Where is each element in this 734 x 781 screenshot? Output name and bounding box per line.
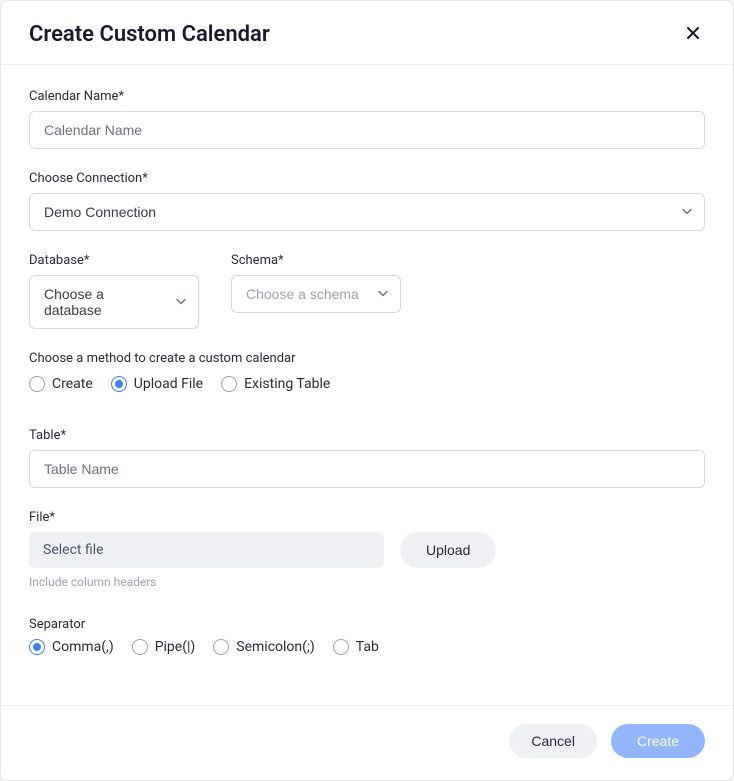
database-select[interactable]: Choose a database bbox=[29, 275, 199, 329]
file-helper-text: Include column headers bbox=[29, 575, 705, 589]
modal-title: Create Custom Calendar bbox=[29, 22, 270, 47]
cancel-button[interactable]: Cancel bbox=[509, 724, 597, 758]
modal-header: Create Custom Calendar bbox=[1, 1, 733, 65]
separator-radio-semicolon[interactable]: Semicolon(;) bbox=[213, 639, 314, 655]
separator-label: Separator bbox=[29, 617, 705, 632]
separator-field: Separator Comma(,) Pipe(|) Semicolon(;) … bbox=[29, 617, 705, 655]
separator-radio-label: Tab bbox=[356, 639, 379, 655]
radio-icon-selected bbox=[29, 639, 45, 655]
table-input[interactable] bbox=[29, 450, 705, 488]
method-radio-create[interactable]: Create bbox=[29, 376, 93, 392]
method-radio-upload[interactable]: Upload File bbox=[111, 376, 203, 392]
method-field: Choose a method to create a custom calen… bbox=[29, 351, 705, 392]
connection-field: Choose Connection* Demo Connection bbox=[29, 171, 705, 231]
separator-radio-label: Semicolon(;) bbox=[236, 639, 314, 655]
table-field: Table* bbox=[29, 428, 705, 488]
close-button[interactable] bbox=[681, 21, 705, 48]
schema-label: Schema* bbox=[231, 253, 401, 268]
radio-icon-selected bbox=[111, 376, 127, 392]
method-radio-label: Existing Table bbox=[244, 376, 330, 392]
db-schema-row: Database* Choose a database Schema* bbox=[29, 253, 705, 329]
file-select[interactable]: Select file bbox=[29, 532, 384, 568]
connection-value: Demo Connection bbox=[44, 204, 156, 220]
separator-radio-label: Comma(,) bbox=[52, 639, 114, 655]
calendar-name-input[interactable] bbox=[29, 111, 705, 149]
calendar-name-label: Calendar Name* bbox=[29, 89, 705, 104]
radio-icon bbox=[132, 639, 148, 655]
method-radio-label: Upload File bbox=[134, 376, 203, 392]
connection-label: Choose Connection* bbox=[29, 171, 705, 186]
separator-radio-group: Comma(,) Pipe(|) Semicolon(;) Tab bbox=[29, 639, 705, 655]
file-placeholder: Select file bbox=[43, 542, 104, 558]
upload-button[interactable]: Upload bbox=[400, 532, 496, 568]
create-button-label: Create bbox=[637, 733, 679, 749]
connection-select[interactable]: Demo Connection bbox=[29, 193, 705, 231]
upload-button-label: Upload bbox=[426, 542, 470, 558]
schema-select[interactable]: Choose a schema bbox=[231, 275, 401, 313]
method-radio-existing[interactable]: Existing Table bbox=[221, 376, 330, 392]
separator-radio-label: Pipe(|) bbox=[155, 639, 196, 655]
close-icon bbox=[685, 25, 701, 44]
database-label: Database* bbox=[29, 253, 199, 268]
modal-footer: Cancel Create bbox=[1, 705, 733, 780]
radio-icon bbox=[213, 639, 229, 655]
separator-radio-comma[interactable]: Comma(,) bbox=[29, 639, 114, 655]
separator-radio-tab[interactable]: Tab bbox=[333, 639, 379, 655]
schema-placeholder: Choose a schema bbox=[246, 286, 359, 302]
create-calendar-modal: Create Custom Calendar Calendar Name* Ch… bbox=[0, 0, 734, 781]
file-field: File* Select file Upload Include column … bbox=[29, 510, 705, 589]
modal-body: Calendar Name* Choose Connection* Demo C… bbox=[1, 65, 733, 705]
calendar-name-field: Calendar Name* bbox=[29, 89, 705, 149]
database-value: Choose a database bbox=[44, 286, 104, 318]
method-radio-group: Create Upload File Existing Table bbox=[29, 376, 705, 392]
method-label: Choose a method to create a custom calen… bbox=[29, 351, 705, 366]
table-label: Table* bbox=[29, 428, 705, 443]
method-radio-label: Create bbox=[52, 376, 93, 392]
create-button[interactable]: Create bbox=[611, 724, 705, 758]
cancel-button-label: Cancel bbox=[531, 733, 575, 749]
radio-icon bbox=[333, 639, 349, 655]
radio-icon bbox=[29, 376, 45, 392]
radio-icon bbox=[221, 376, 237, 392]
file-label: File* bbox=[29, 510, 705, 525]
separator-radio-pipe[interactable]: Pipe(|) bbox=[132, 639, 196, 655]
